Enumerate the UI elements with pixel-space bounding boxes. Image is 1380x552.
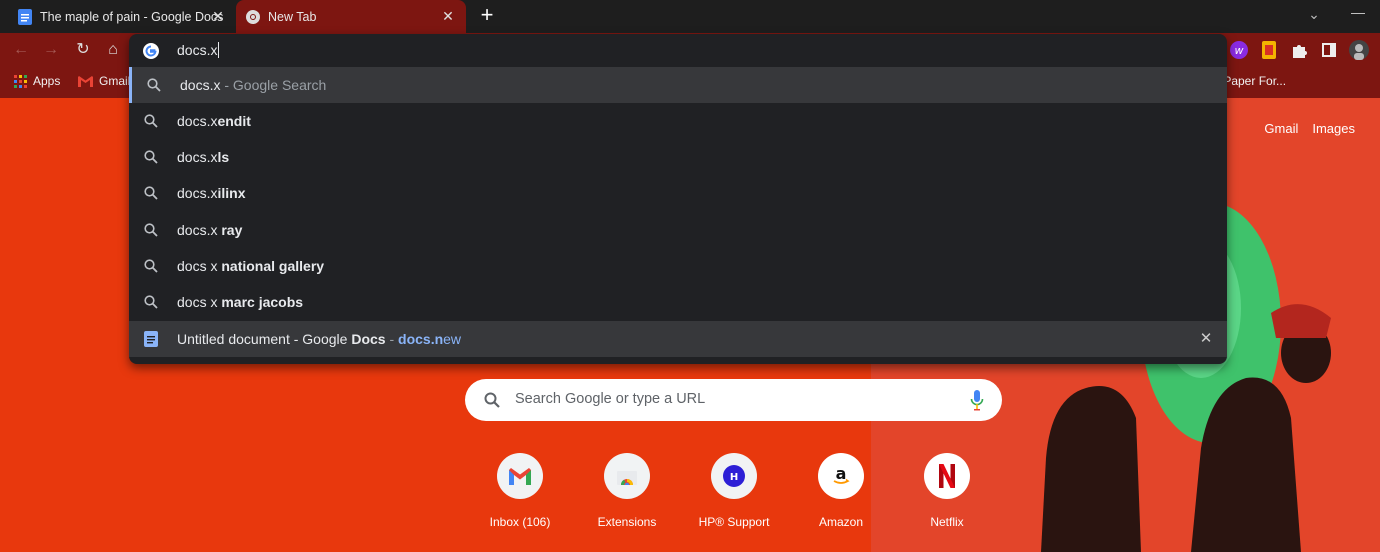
reload-icon[interactable]: ↻ (72, 39, 94, 61)
shortcut-extensions[interactable]: Extensions (577, 453, 677, 539)
shortcut-icon-circle: H (711, 453, 757, 499)
shortcut-label: HP® Support (698, 515, 770, 529)
suggestion-text: docs.xls (177, 149, 230, 165)
suggestion-row[interactable]: docs.xendit (129, 103, 1227, 139)
close-icon[interactable]: ✕ (440, 8, 456, 24)
suggestion-row[interactable]: docs.xilinx (129, 175, 1227, 211)
suggestion-text: docs.x - Google Search (180, 77, 327, 93)
gmail-icon (509, 467, 531, 485)
bookmark-gmail[interactable]: Gmail (78, 74, 130, 88)
suggestion-row[interactable]: docs.xls (129, 139, 1227, 175)
search-icon (484, 392, 500, 408)
search-box[interactable]: Search Google or type a URL (465, 379, 1002, 421)
bookmark-label: Apps (33, 74, 61, 88)
svg-text:H: H (730, 472, 738, 483)
address-bar[interactable]: docs.x (129, 34, 1227, 67)
arrow-left-icon[interactable]: ← (10, 39, 32, 61)
remove-suggestion-icon[interactable]: ✕ (1197, 330, 1215, 348)
shortcut-icon-circle: a (818, 453, 864, 499)
shortcut-label: Netflix (930, 515, 964, 529)
chevron-down-icon[interactable]: ⌄ (1304, 6, 1324, 24)
text-caret (218, 42, 220, 58)
google-docs-icon (144, 331, 158, 347)
shortcut-hp-support[interactable]: H HP® Support (684, 453, 784, 539)
omnibox: docs.x docs.x - Google Search docs.xendi… (129, 34, 1227, 364)
tab-title: New Tab (268, 9, 317, 24)
tab-strip: The maple of pain - Google Docs ✕ New Ta… (0, 0, 1380, 33)
search-icon (144, 114, 158, 128)
shortcut-label: Extensions (597, 515, 657, 529)
address-input[interactable]: docs.x (177, 42, 220, 58)
shortcut-icon-circle (924, 453, 970, 499)
google-docs-icon (18, 8, 32, 25)
search-input[interactable]: Search Google or type a URL (515, 391, 705, 407)
gmail-icon (78, 75, 93, 87)
search-icon (144, 259, 158, 273)
arrow-right-icon[interactable]: → (40, 39, 62, 61)
close-icon[interactable]: ✕ (210, 8, 226, 24)
shortcut-label: Amazon (818, 515, 864, 529)
minimize-icon[interactable]: — (1348, 4, 1368, 22)
search-icon (144, 150, 158, 164)
microphone-icon[interactable] (970, 389, 984, 411)
extension-w-icon[interactable]: w (1228, 39, 1250, 61)
hp-icon: H (723, 465, 745, 487)
search-icon (144, 295, 158, 309)
shortcut-icon-circle (497, 453, 543, 499)
suggestion-row[interactable]: docs.x - Google Search (129, 67, 1227, 103)
avatar[interactable] (1348, 39, 1370, 61)
search-icon (147, 78, 161, 92)
side-panel-icon[interactable] (1318, 39, 1340, 61)
tab-new-tab[interactable]: New Tab ✕ (236, 0, 466, 33)
suggestion-row[interactable]: docs x national gallery (129, 248, 1227, 284)
tab-docs[interactable]: The maple of pain - Google Docs ✕ (8, 0, 236, 33)
images-link[interactable]: Images (1312, 121, 1355, 136)
shortcut-inbox[interactable]: Inbox (106) (470, 453, 570, 539)
document-suggestion-row[interactable]: Untitled document - Google Docs - docs.n… (129, 321, 1227, 357)
shortcut-amazon[interactable]: a Amazon (791, 453, 891, 539)
tab-title: The maple of pain - Google Docs (40, 9, 224, 24)
amazon-icon: a (833, 465, 850, 484)
apps-grid-icon (14, 74, 27, 88)
shortcut-icon-circle (604, 453, 650, 499)
puzzle-icon[interactable] (1288, 39, 1310, 61)
svg-text:w: w (1235, 44, 1244, 57)
search-icon (144, 223, 158, 237)
bookmark-apps[interactable]: Apps (14, 74, 60, 88)
extensions-area: w (1228, 38, 1370, 62)
suggestion-text: docs.x ray (177, 222, 243, 238)
bookmark-label: Gmail (99, 74, 131, 88)
suggestion-text: docs x national gallery (177, 258, 325, 274)
home-icon[interactable]: ⌂ (102, 39, 124, 61)
shortcut-netflix[interactable]: Netflix (897, 453, 997, 539)
new-tab-button[interactable]: + (476, 4, 498, 28)
suggestion-row[interactable]: docs x marc jacobs (129, 284, 1227, 320)
suggestion-text: Untitled document - Google Docs - docs.n… (177, 331, 462, 347)
netflix-icon (939, 464, 955, 488)
extension-red-icon[interactable] (1258, 39, 1280, 61)
chrome-icon (246, 9, 260, 24)
top-links: Gmail Images (1264, 121, 1355, 136)
search-icon (144, 186, 158, 200)
suggestion-text: docs.xilinx (177, 185, 246, 201)
svg-text:a: a (836, 465, 847, 483)
gmail-link[interactable]: Gmail (1264, 121, 1298, 136)
shortcut-label: Inbox (106) (489, 515, 551, 529)
google-g-icon (143, 43, 159, 59)
chrome-web-store-icon (617, 471, 637, 485)
suggestion-text: docs.xendit (177, 113, 251, 129)
suggestion-row[interactable]: docs.x ray (129, 212, 1227, 248)
suggestion-text: docs x marc jacobs (177, 294, 304, 310)
address-input-value: docs.x (177, 42, 218, 58)
